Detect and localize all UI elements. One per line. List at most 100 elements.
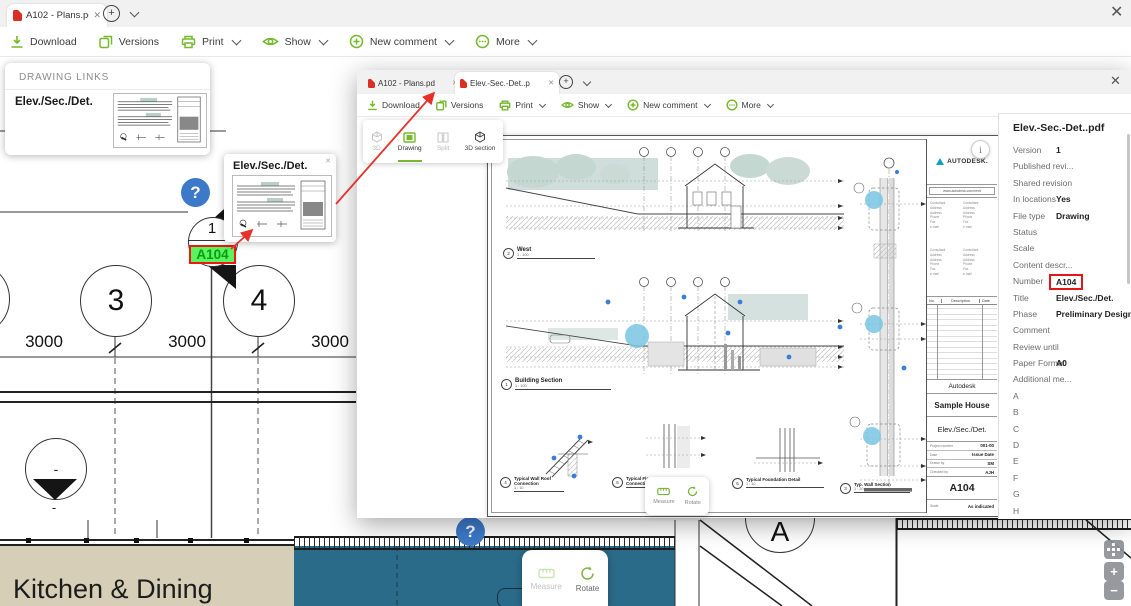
project-fields: Project number001-00 DateIssue Date Draw… [927, 442, 997, 477]
project-name: Sample House [927, 394, 997, 417]
consultant-text: Consultant Address Address Phone Fax e-m… [930, 248, 961, 293]
measure-button[interactable]: Measure [531, 568, 562, 591]
toolbar-label: More [742, 100, 761, 110]
detail-label: In locations [1013, 194, 1056, 204]
rotate-button[interactable]: Rotate [576, 566, 600, 593]
toolbar-label: New comment [643, 100, 697, 110]
detail-row-number: NumberA104 [999, 273, 1131, 289]
overlay-tab-plans[interactable]: A102 - Plans.pd ✕ [363, 73, 463, 93]
show-chevron-icon [318, 36, 328, 46]
titleblock-url: www.autodesk.com/revit [927, 185, 997, 198]
view-label-wall-roof: 4 Typical Wall Roof Connection1 : 10 [500, 476, 564, 492]
tab-list-chevron-icon[interactable] [130, 8, 140, 18]
detail-value: Elev./Sec./Det. [1056, 293, 1113, 303]
consultant-block: Consultant Address Address Phone Fax e-m… [927, 198, 997, 297]
help-marker-icon[interactable]: ? [181, 178, 210, 207]
detail-label: Version [1013, 145, 1041, 155]
detail-row-file-type: File typeDrawing [999, 208, 1131, 224]
download-button[interactable]: Download [10, 35, 77, 49]
sheet-info-button[interactable]: i [971, 140, 990, 159]
pan-control-button[interactable] [1104, 540, 1124, 559]
new-comment-chevron-icon [703, 100, 710, 107]
overlay-close-icon[interactable]: ✕ [1110, 74, 1121, 87]
detail-row-in-locations: In locationsYes [999, 191, 1131, 207]
pdf-file-icon [368, 79, 375, 88]
measure-button[interactable]: Measure [653, 487, 674, 505]
detail-row-e: E [999, 453, 1131, 469]
field-label: Checked by [930, 470, 948, 474]
section-sheet-link[interactable]: A104 [189, 245, 236, 264]
company-name: Autodesk [927, 380, 997, 394]
detail-row-phase: PhasePreliminary Design [999, 306, 1131, 322]
view-mode-drawing[interactable]: Drawing [398, 125, 422, 159]
view-mode-3d-section[interactable]: 3D section [465, 125, 496, 159]
add-tab-button[interactable]: + [103, 5, 120, 22]
thumbnail-art [233, 176, 329, 234]
show-chevron-icon [605, 100, 612, 107]
tooltip-close-icon[interactable]: ✕ [325, 157, 331, 165]
view-mode-3d[interactable]: 3D [371, 125, 383, 159]
tab-list-chevron-icon[interactable] [583, 78, 591, 86]
wall-mullion [26, 538, 31, 543]
zoom-out-button[interactable]: − [1104, 581, 1124, 600]
drawing-link-item[interactable]: Elev./Sec./Det. [15, 96, 93, 108]
view-number: 3 [840, 483, 851, 494]
help-marker-icon-2[interactable]: ? [456, 517, 485, 546]
url-text: www.autodesk.com/revit [929, 187, 995, 195]
cube-icon [371, 131, 383, 143]
new-comment-button[interactable]: New comment [627, 99, 709, 111]
overlay-tab-elev-sec-det[interactable]: Elev.-Sec.-Det..p ✕ [455, 72, 559, 94]
detail-label: Title [1013, 293, 1029, 303]
detail-row-a: A [999, 388, 1131, 404]
rotate-button[interactable]: Rotate [685, 486, 701, 506]
add-tab-button[interactable]: + [559, 75, 573, 89]
drawing-link-thumbnail[interactable] [113, 93, 207, 148]
print-button[interactable]: Print [499, 100, 544, 111]
show-button[interactable]: Show [561, 100, 611, 110]
drawing-sheet[interactable]: 2 West1 : 100 1 Building Section1 : 100 … [487, 135, 1000, 517]
detail-value: A0 [1056, 358, 1067, 368]
consultant-text: Consultant Address Address Phone Fax e-m… [930, 201, 961, 246]
detail-row-scale: Scale [999, 240, 1131, 256]
view-number: 5 [612, 477, 623, 488]
pdf-file-icon [460, 79, 467, 88]
toolbar-label: Show [285, 36, 311, 48]
wall-mullion [188, 538, 193, 543]
main-close-icon[interactable]: ✕ [1110, 5, 1123, 21]
more-button[interactable]: More [475, 34, 536, 49]
toolbar-label: Print [202, 36, 224, 48]
tab-close-icon[interactable]: ✕ [93, 11, 101, 20]
toolbar-label: Versions [119, 36, 159, 48]
split-icon [437, 132, 449, 143]
overlay-viewer-window: A102 - Plans.pd ✕ Elev.-Sec.-Det..p ✕ + … [357, 70, 1131, 518]
toolbar-label: Show [578, 100, 599, 110]
download-button[interactable]: Download [367, 100, 420, 111]
print-chevron-icon [539, 100, 546, 107]
details-title: Elev.-Sec.-Det..pdf [1013, 122, 1104, 134]
zoom-in-button[interactable]: + [1104, 562, 1124, 581]
detail-row-comment: Comment [999, 322, 1131, 338]
wall-hatched-right [897, 518, 1131, 530]
view-scale: 1 : 100 [517, 253, 595, 257]
detail-row-title: Title Elev./Sec./Det. [999, 290, 1131, 306]
more-button[interactable]: More [726, 99, 773, 111]
show-button[interactable]: Show [262, 35, 327, 48]
panel-scrollbar[interactable] [1127, 134, 1130, 284]
drawing-links-title: DRAWING LINKS [19, 72, 109, 83]
field-label: Project number [930, 444, 953, 448]
info-glyph: i [979, 145, 982, 155]
consultant-text: Consultant Address Address Phone Fax e-m… [963, 248, 994, 293]
new-comment-button[interactable]: New comment [349, 34, 453, 49]
rev-col-no: No. [927, 299, 942, 303]
detail-label: Scale [1013, 243, 1034, 253]
dimension-3000: 3000 [14, 332, 74, 352]
main-toolbar: Download Versions Print Show New comment… [0, 27, 1131, 57]
toolbar-label: Print [515, 100, 532, 110]
tab-a102-plans[interactable]: A102 - Plans.pd ✕ [7, 4, 107, 27]
versions-button[interactable]: Versions [99, 35, 159, 49]
view-mode-split[interactable]: Split [437, 125, 450, 159]
versions-button[interactable]: Versions [436, 100, 484, 111]
tooltip-thumbnail[interactable] [232, 175, 332, 237]
detail-row-status: Status [999, 224, 1131, 240]
print-button[interactable]: Print [181, 35, 240, 49]
